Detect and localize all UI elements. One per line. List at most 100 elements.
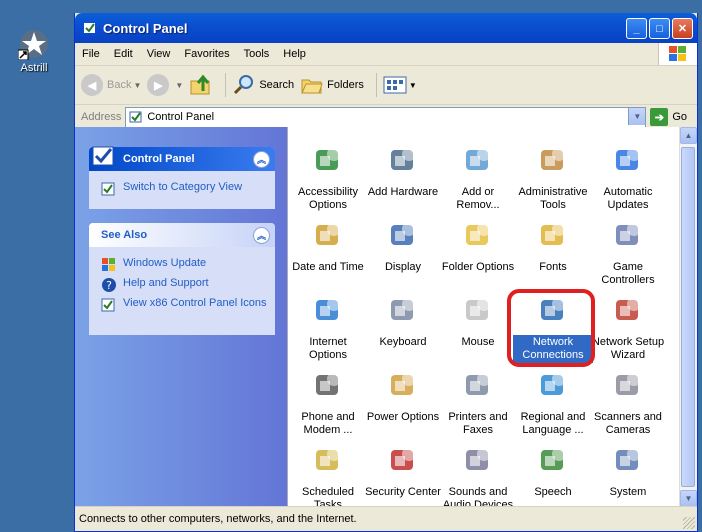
administrative-tools-icon (541, 147, 566, 170)
security-center-icon (391, 447, 416, 470)
scroll-thumb[interactable] (681, 147, 695, 487)
accessibility-options-icon (316, 147, 341, 170)
cp-item-regional-and-language[interactable]: Regional and Language ... (513, 367, 593, 438)
cp-item-accessibility-options[interactable]: Accessibility Options (288, 142, 368, 213)
collapse-chevron-icon[interactable]: ︽ (253, 227, 270, 244)
cp-item-speech[interactable]: Speech (513, 442, 593, 500)
collapse-chevron-icon[interactable]: ︽ (253, 151, 270, 168)
cp-item-scanners-and-cameras[interactable]: Scanners and Cameras (588, 367, 668, 438)
help-support-label: Help and Support (123, 277, 209, 289)
cp-item-power-options[interactable]: Power Options (363, 367, 443, 425)
svg-text:?: ? (106, 279, 112, 292)
menu-favorites[interactable]: Favorites (177, 48, 236, 60)
resize-grip[interactable] (683, 517, 695, 529)
fonts-icon (541, 222, 566, 245)
switch-category-view-link[interactable]: Switch to Category View (101, 181, 267, 197)
cp-item-system[interactable]: System (588, 442, 668, 500)
cp-item-mouse[interactable]: Mouse (438, 292, 518, 350)
cp-item-network-setup-wizard[interactable]: Network Setup Wizard (588, 292, 668, 363)
folders-button[interactable]: Folders (300, 73, 364, 97)
cp-item-sounds-and-audio-devices[interactable]: Sounds and Audio Devices (438, 442, 518, 513)
minimize-button[interactable]: _ (626, 18, 647, 39)
cp-item-label: Internet Options (309, 336, 347, 361)
toolbar-separator (375, 73, 377, 97)
title-bar[interactable]: Control Panel _ □ ✕ (75, 13, 697, 43)
search-icon (234, 75, 254, 95)
category-view-icon (101, 182, 115, 196)
sounds-and-audio-devices-icon (466, 447, 491, 470)
search-button[interactable]: Search (232, 73, 294, 97)
scroll-up-icon[interactable]: ▲ (680, 127, 697, 144)
cp-item-label: Network Setup Wizard (591, 336, 665, 361)
forward-button[interactable]: ▶ ▼ (147, 74, 183, 96)
back-arrow-icon: ◀ (81, 74, 103, 96)
vertical-scrollbar[interactable]: ▲ ▼ (679, 127, 697, 507)
cp-item-internet-options[interactable]: Internet Options (288, 292, 368, 363)
cp-item-label: Power Options (366, 411, 440, 423)
address-input[interactable]: Control Panel ▼ (125, 106, 647, 128)
system-icon (616, 447, 641, 470)
help-icon: ? (102, 278, 116, 292)
cp-item-date-and-time[interactable]: Date and Time (288, 217, 368, 275)
cp-item-add-or-remov[interactable]: Add or Remov... (438, 142, 518, 213)
go-button[interactable]: ➔ Go (650, 108, 687, 126)
cp-item-phone-and-modem[interactable]: Phone and Modem ... (288, 367, 368, 438)
astrill-star-icon (17, 28, 50, 61)
menu-help[interactable]: Help (276, 48, 313, 60)
menu-view[interactable]: View (140, 48, 178, 60)
cp-item-fonts[interactable]: Fonts (513, 217, 593, 275)
icon-view: Accessibility Options Add Hardware Add or … (287, 127, 697, 511)
toolbar: ◀ Back ▼ ▶ ▼ Search Folders ▼ (75, 66, 697, 105)
help-support-link[interactable]: ? Help and Support (101, 277, 267, 293)
cp-item-label: Phone and Modem ... (301, 411, 355, 436)
toolbar-separator (225, 73, 227, 97)
cp-item-label: Add or Remov... (456, 186, 500, 211)
menu-edit[interactable]: Edit (107, 48, 140, 60)
windows-update-link[interactable]: Windows Update (101, 257, 267, 273)
cp-item-scheduled-tasks[interactable]: Scheduled Tasks (288, 442, 368, 513)
window-title: Control Panel (103, 20, 188, 36)
cp-item-label: System (609, 486, 647, 498)
cp-item-game-controllers[interactable]: Game Controllers (588, 217, 668, 288)
see-also-box: See Also ︽ Windows Update ? Help and Sup… (89, 223, 275, 335)
folder-options-icon (466, 222, 491, 245)
views-button[interactable]: ▼ (383, 75, 417, 95)
cp-item-label: Keyboard (379, 336, 427, 348)
menu-file[interactable]: File (75, 48, 107, 60)
cp-item-security-center[interactable]: Security Center (363, 442, 443, 500)
close-button[interactable]: ✕ (672, 18, 693, 39)
cp-item-add-hardware[interactable]: Add Hardware (363, 142, 443, 200)
x86-control-panel-link[interactable]: View x86 Control Panel Icons (101, 297, 267, 313)
cp-item-folder-options[interactable]: Folder Options (438, 217, 518, 275)
control-panel-task-box: Control Panel ︽ Switch to Category View (89, 146, 275, 209)
cp-item-administrative-tools[interactable]: Administrative Tools (513, 142, 593, 213)
x86-control-panel-label: View x86 Control Panel Icons (123, 297, 267, 309)
up-folder-button[interactable] (189, 73, 213, 97)
back-button[interactable]: ◀ Back ▼ (81, 74, 141, 96)
cp-item-display[interactable]: Display (363, 217, 443, 275)
control-panel-box-header[interactable]: Control Panel ︽ (89, 146, 275, 171)
see-also-header[interactable]: See Also ︽ (89, 223, 275, 247)
views-dropdown-icon[interactable]: ▼ (409, 81, 417, 90)
address-value: Control Panel (147, 111, 215, 123)
desktop-icon-astrill[interactable]: Astrill (10, 28, 58, 74)
cp-item-keyboard[interactable]: Keyboard (363, 292, 443, 350)
address-label: Address (81, 111, 122, 123)
forward-dropdown-icon[interactable]: ▼ (175, 81, 183, 90)
menu-tools[interactable]: Tools (237, 48, 277, 60)
add-hardware-icon (391, 147, 416, 170)
see-also-title: See Also (101, 229, 148, 241)
scroll-down-icon[interactable]: ▼ (680, 490, 697, 507)
address-dropdown-icon[interactable]: ▼ (628, 107, 646, 125)
network-setup-wizard-icon (616, 297, 641, 320)
cp-item-automatic-updates[interactable]: Automatic Updates (588, 142, 668, 213)
cp-item-label: Regional and Language ... (520, 411, 586, 436)
cp-item-printers-and-faxes[interactable]: Printers and Faxes (438, 367, 518, 438)
control-panel-box-title: Control Panel (123, 153, 195, 165)
cp-item-label: Printers and Faxes (448, 411, 508, 436)
cp-item-label: Automatic Updates (603, 186, 653, 211)
mouse-icon (466, 297, 491, 320)
back-dropdown-icon[interactable]: ▼ (133, 81, 141, 90)
maximize-button[interactable]: □ (649, 18, 670, 39)
menu-bar: File Edit View Favorites Tools Help (75, 43, 697, 66)
